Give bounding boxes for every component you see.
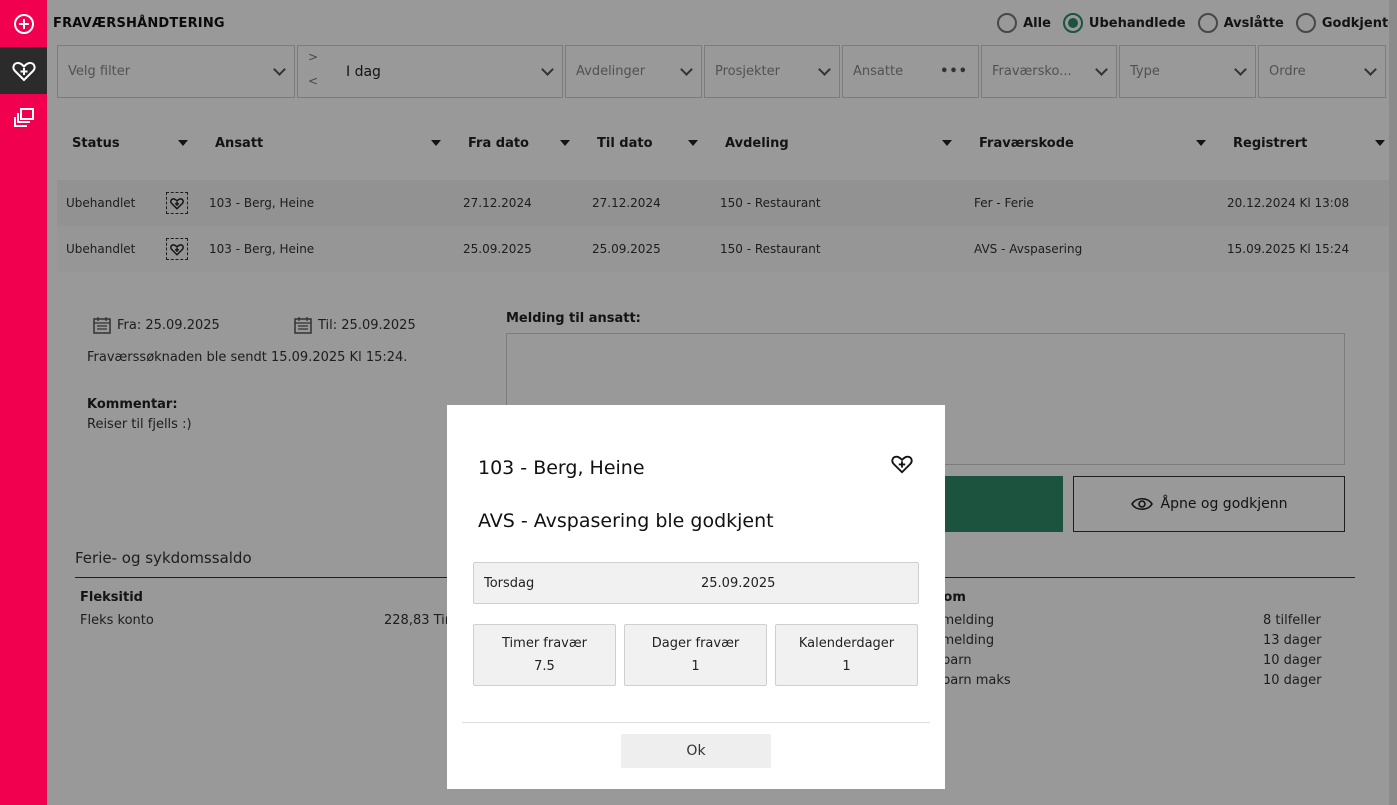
- pages-nav-button[interactable]: [0, 94, 47, 141]
- dialog-divider: [462, 722, 930, 723]
- stat-value: 1: [691, 659, 700, 674]
- stacked-pages-icon: [13, 107, 34, 127]
- stat-dager-fravaer: Dager fravær 1: [624, 624, 767, 686]
- dialog-date: 25.09.2025: [701, 576, 776, 591]
- heart-plus-icon: [11, 61, 36, 81]
- dialog-status-message: AVS - Avspasering ble godkjent: [478, 510, 774, 532]
- heart-plus-icon: [891, 455, 913, 474]
- stat-value: 1: [842, 659, 851, 674]
- sidebar: [0, 0, 47, 805]
- stat-timer-fravaer: Timer fravær 7.5: [473, 624, 616, 686]
- stat-label: Timer fravær: [502, 636, 587, 651]
- dialog-day-row: Torsdag 25.09.2025: [473, 562, 919, 604]
- absence-nav-button[interactable]: [0, 47, 47, 94]
- dialog-employee-name: 103 - Berg, Heine: [478, 457, 645, 479]
- stat-kalenderdager: Kalenderdager 1: [775, 624, 918, 686]
- stat-label: Kalenderdager: [798, 636, 895, 651]
- stat-value: 7.5: [534, 659, 555, 674]
- approval-dialog: 103 - Berg, Heine AVS - Avspasering ble …: [447, 405, 945, 789]
- ok-button[interactable]: Ok: [621, 734, 771, 768]
- plus-circle-icon: [13, 13, 34, 34]
- add-button[interactable]: [0, 0, 47, 47]
- stat-label: Dager fravær: [651, 636, 740, 651]
- dialog-weekday: Torsdag: [484, 576, 535, 591]
